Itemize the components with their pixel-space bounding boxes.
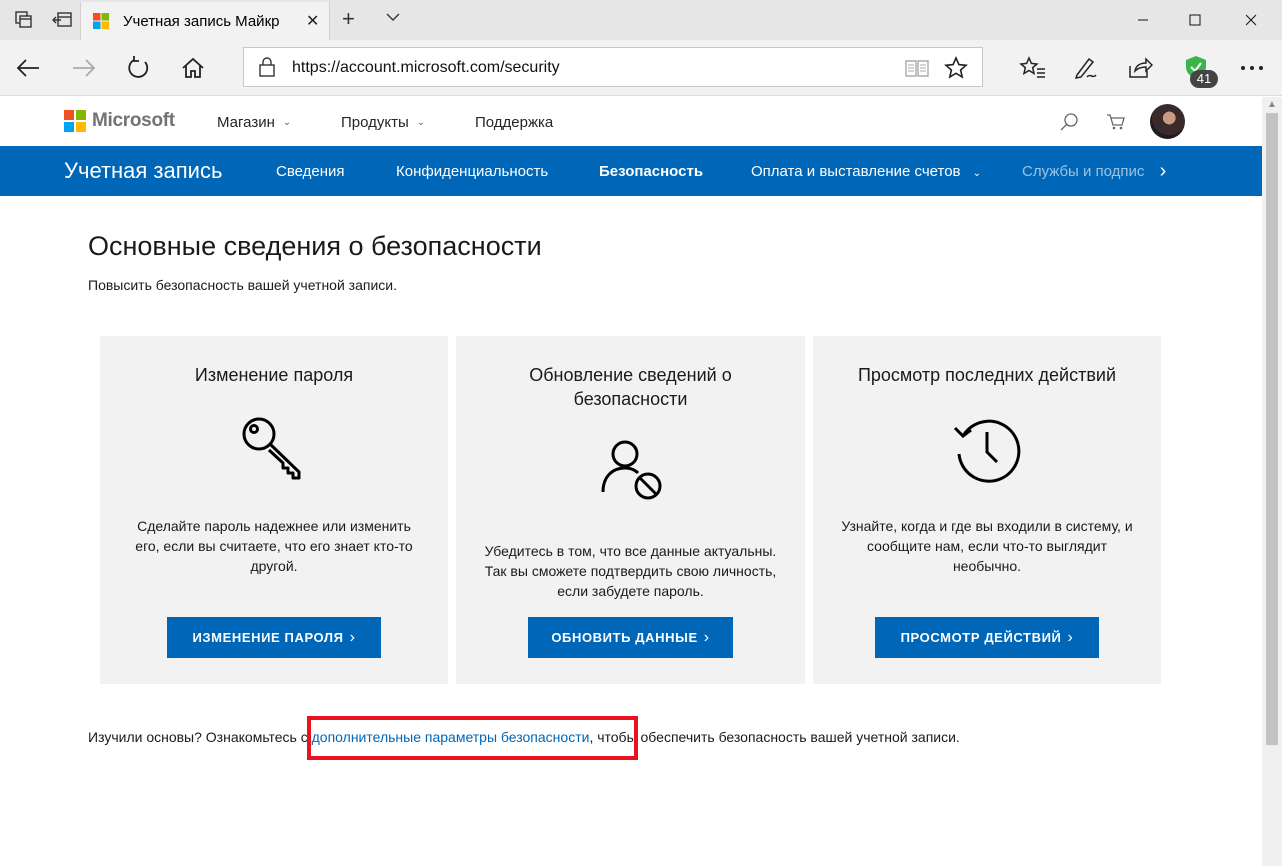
- user-avatar[interactable]: [1150, 104, 1185, 139]
- more-menu-icon[interactable]: [1234, 50, 1270, 86]
- maximize-window-icon[interactable]: [1172, 0, 1218, 40]
- microsoft-favicon-icon: [93, 13, 109, 29]
- set-tabs-aside-icon[interactable]: [50, 8, 74, 32]
- close-tab-icon[interactable]: ✕: [306, 11, 319, 31]
- card-description: Узнайте, когда и где вы входили в систем…: [841, 518, 1133, 574]
- site-header: Microsoft Магазин ⌄ Продукты ⌄ Поддержка: [0, 97, 1262, 146]
- card-description: Убедитесь в том, что все данные актуальн…: [484, 543, 777, 599]
- tab-privacy[interactable]: Конфиденциальность: [396, 163, 548, 180]
- web-note-pen-icon[interactable]: [1068, 50, 1104, 86]
- card-description: Сделайте пароль надежнее или изменить ег…: [135, 518, 413, 574]
- close-window-icon[interactable]: [1228, 0, 1274, 40]
- header-menu-support[interactable]: Поддержка: [475, 114, 553, 131]
- browser-tab-active[interactable]: Учетная запись Майкр ✕: [80, 2, 330, 40]
- footer-text-after: , чтобы обеспечить безопасность вашей уч…: [589, 729, 960, 745]
- account-nav-title[interactable]: Учетная запись: [64, 158, 222, 184]
- shopping-cart-icon[interactable]: [1105, 111, 1127, 133]
- chevron-right-icon: ›: [703, 628, 710, 646]
- browser-toolbar: https://account.microsoft.com/security 4…: [0, 40, 1282, 96]
- page-scrollbar[interactable]: ▲: [1262, 97, 1282, 866]
- scroll-up-arrow-icon[interactable]: ▲: [1267, 99, 1277, 110]
- account-nav: Учетная запись Сведения Конфиденциальнос…: [0, 146, 1262, 196]
- minimize-window-icon[interactable]: [1120, 0, 1166, 40]
- lock-icon: [258, 57, 276, 82]
- button-label: ИЗМЕНЕНИЕ ПАРОЛЯ: [192, 630, 344, 645]
- search-icon[interactable]: [1058, 111, 1080, 133]
- tab-payment-billing[interactable]: Оплата и выставление счетов ⌄: [751, 163, 981, 180]
- header-menu-label: Поддержка: [475, 114, 554, 131]
- card-title: Изменение пароля: [194, 365, 354, 385]
- history-clock-icon: [813, 414, 1161, 486]
- tab-services-subscriptions[interactable]: Службы и подпис: [1022, 163, 1144, 180]
- extension-badge-count: 41: [1190, 70, 1218, 88]
- favorite-star-icon[interactable]: [944, 56, 968, 85]
- address-bar[interactable]: https://account.microsoft.com/security: [243, 47, 983, 87]
- header-menu-label: Продукты: [341, 114, 409, 131]
- card-change-password: Изменение пароля Сделайте пароль надежне…: [100, 336, 448, 684]
- page-subtitle: Повысить безопасность вашей учетной запи…: [88, 277, 397, 293]
- chevron-right-icon: ›: [349, 628, 356, 646]
- home-icon[interactable]: [177, 52, 209, 84]
- tab-security[interactable]: Безопасность: [599, 163, 703, 180]
- chevron-right-icon: ›: [1067, 628, 1074, 646]
- red-highlight-box: [307, 716, 638, 760]
- tab-label: Оплата и выставление счетов: [751, 163, 961, 180]
- chevron-down-icon: ⌄: [282, 117, 292, 128]
- key-icon: [100, 414, 448, 484]
- tab-info[interactable]: Сведения: [276, 163, 345, 180]
- page-viewport: Microsoft Магазин ⌄ Продукты ⌄ Поддержка…: [0, 97, 1262, 866]
- view-activity-button[interactable]: ПРОСМОТР ДЕЙСТВИЙ ›: [875, 617, 1099, 658]
- refresh-icon[interactable]: [122, 52, 154, 84]
- update-info-button[interactable]: ОБНОВИТЬ ДАННЫЕ ›: [528, 617, 733, 658]
- url-text: https://account.microsoft.com/security: [292, 59, 560, 76]
- reading-view-icon[interactable]: [904, 58, 930, 83]
- favorites-hub-icon[interactable]: [1015, 50, 1051, 86]
- header-menu-store[interactable]: Магазин ⌄: [217, 114, 291, 131]
- chevron-down-icon: ⌄: [416, 117, 426, 128]
- header-menu-products[interactable]: Продукты ⌄: [341, 114, 425, 131]
- tab-manager-icon[interactable]: [12, 8, 36, 32]
- back-arrow-icon[interactable]: [12, 52, 44, 84]
- card-update-security-info: Обновление сведений о безопасности Убеди…: [456, 336, 805, 684]
- footer-text-before: Изучили основы? Ознакомьтесь с: [88, 729, 312, 745]
- browser-titlebar: Учетная запись Майкр ✕ +: [0, 0, 1282, 40]
- button-label: ПРОСМОТР ДЕЙСТВИЙ: [900, 630, 1062, 645]
- microsoft-logo[interactable]: Microsoft: [64, 110, 175, 132]
- forward-arrow-icon[interactable]: [68, 52, 100, 84]
- share-icon[interactable]: [1122, 50, 1158, 86]
- scrollbar-thumb[interactable]: [1266, 113, 1278, 745]
- change-password-button[interactable]: ИЗМЕНЕНИЕ ПАРОЛЯ ›: [167, 617, 381, 658]
- tab-title: Учетная запись Майкр: [123, 13, 280, 30]
- card-title: Просмотр последних действий: [857, 365, 1117, 385]
- header-menu-label: Магазин: [217, 114, 275, 131]
- page-title: Основные сведения о безопасности: [88, 231, 542, 261]
- card-title: Обновление сведений о безопасности: [529, 365, 732, 409]
- card-recent-activity: Просмотр последних действий Узнайте, ког…: [813, 336, 1161, 684]
- button-label: ОБНОВИТЬ ДАННЫЕ: [551, 630, 698, 645]
- nav-scroll-right-icon[interactable]: ›: [1144, 146, 1182, 196]
- new-tab-icon[interactable]: +: [342, 6, 355, 32]
- microsoft-logo-icon: [64, 110, 86, 132]
- user-blocked-icon: [456, 436, 805, 508]
- chevron-down-icon: ⌄: [972, 168, 982, 179]
- tab-preview-chevron-icon[interactable]: [384, 8, 402, 31]
- brand-name: Microsoft: [92, 110, 175, 131]
